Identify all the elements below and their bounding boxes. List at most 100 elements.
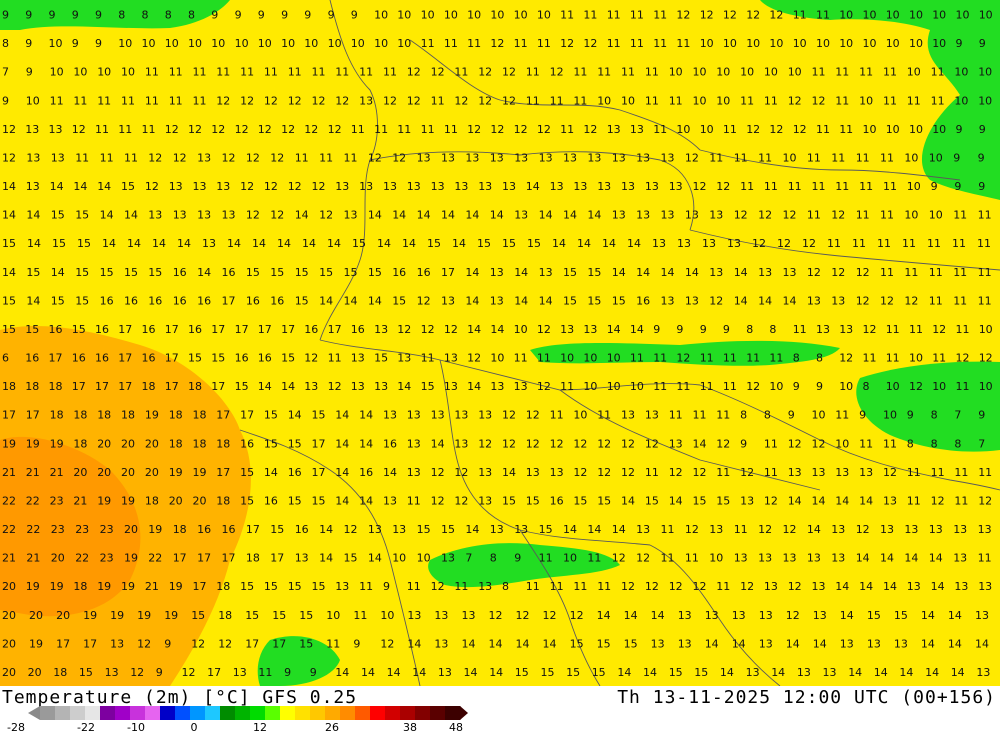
temperature-value: 14: [392, 209, 406, 222]
temperature-value: 15: [124, 266, 138, 279]
temperature-value: 12: [218, 637, 232, 650]
temperature-value: 14: [607, 323, 621, 336]
temperature-value: 11: [397, 123, 411, 136]
temperature-value: 7: [465, 552, 472, 565]
temperature-value: 11: [124, 152, 138, 165]
temperature-value: 16: [95, 352, 109, 365]
temperature-value: 14: [788, 495, 802, 508]
temperature-value: 14: [516, 637, 530, 650]
temperature-value: 12: [478, 437, 492, 450]
temperature-value: 12: [880, 294, 894, 307]
temperature-value: 10: [839, 380, 853, 393]
temperature-value: 18: [25, 380, 39, 393]
temperature-value: 8: [740, 409, 747, 422]
temperature-value: 14: [383, 466, 397, 479]
temperature-value: 11: [653, 123, 667, 136]
temperature-value: 12: [281, 123, 295, 136]
temperature-value: 12: [467, 123, 481, 136]
temperature-value: 11: [193, 66, 207, 79]
temperature-value: 20: [28, 666, 42, 679]
temperature-value: 11: [693, 409, 707, 422]
temperature-value: 19: [193, 466, 207, 479]
temperature-value: 22: [75, 552, 89, 565]
temperature-value: 10: [886, 37, 900, 50]
temperature-value: 14: [302, 237, 316, 250]
temperature-map: 9 9 9 9 9 8 8 8 8 9 9 9 9 9 9 9 10 10 10 10 10 10 10 10 11 11 11 11…: [0, 0, 1000, 686]
temperature-value: 13: [490, 294, 504, 307]
temperature-value: 13: [173, 209, 187, 222]
temperature-value: 13: [478, 180, 492, 193]
temperature-value: 14: [359, 495, 373, 508]
temperature-value: 12: [793, 123, 807, 136]
temperature-value: 11: [407, 495, 421, 508]
temperature-value: 11: [374, 123, 388, 136]
temperature-value: 13: [148, 209, 162, 222]
temperature-value: 14: [2, 209, 16, 222]
temperature-value: 11: [353, 609, 367, 622]
temperature-value: 10: [444, 9, 458, 22]
temperature-value: 9: [156, 666, 163, 679]
temperature-value: 11: [676, 37, 690, 50]
temperature-value: 16: [124, 294, 138, 307]
temperature-value: 12: [550, 66, 564, 79]
temperature-value: 13: [953, 523, 967, 536]
temperature-value: 12: [335, 94, 349, 107]
temperature-value: 11: [931, 66, 945, 79]
temperature-value: 10: [909, 9, 923, 22]
temperature-value: 11: [954, 495, 968, 508]
temperature-value: 15: [344, 552, 358, 565]
temperature-value: 13: [454, 180, 468, 193]
temperature-value: 8: [793, 352, 800, 365]
temperature-value: 14: [335, 466, 349, 479]
temperature-value: 10: [630, 380, 644, 393]
temperature-value: 12: [270, 152, 284, 165]
temperature-value: 10: [709, 552, 723, 565]
temperature-value: 13: [462, 609, 476, 622]
temperature-value: 12: [856, 266, 870, 279]
temperature-value: 15: [344, 266, 358, 279]
temperature-value: 15: [75, 209, 89, 222]
temperature-value: 14: [127, 237, 141, 250]
temperature-value: 12: [621, 466, 635, 479]
scale-swatch: [310, 706, 326, 720]
temperature-value: 22: [2, 523, 16, 536]
temperature-value: 11: [550, 580, 564, 593]
temperature-value: 14: [258, 380, 272, 393]
temperature-value: 12: [454, 495, 468, 508]
temperature-value: 14: [612, 523, 626, 536]
temperature-value: 12: [264, 180, 278, 193]
temperature-value: 18: [169, 409, 183, 422]
temperature-value: 11: [758, 152, 772, 165]
temperature-value: 10: [907, 180, 921, 193]
scale-tick-label: -28: [7, 721, 25, 734]
temperature-value: 13: [383, 180, 397, 193]
temperature-value: 13: [978, 523, 992, 536]
temperature-value: 14: [467, 323, 481, 336]
temperature-value: 11: [75, 152, 89, 165]
temperature-value: 9: [328, 9, 335, 22]
temperature-value: 19: [148, 523, 162, 536]
temperature-value: 12: [904, 294, 918, 307]
scale-swatch: [205, 706, 221, 720]
temperature-value: 12: [931, 495, 945, 508]
scale-swatch: [160, 706, 176, 720]
temperature-value: 11: [526, 66, 540, 79]
temperature-value: 15: [427, 237, 441, 250]
temperature-value: 13: [583, 323, 597, 336]
temperature-value: 14: [51, 266, 65, 279]
temperature-value: 14: [812, 495, 826, 508]
temperature-value: 15: [894, 609, 908, 622]
temperature-value: 18: [218, 609, 232, 622]
temperature-value: 13: [759, 609, 773, 622]
temperature-value: 14: [100, 209, 114, 222]
temperature-value: 13: [407, 437, 421, 450]
temperature-value: 16: [142, 323, 156, 336]
temperature-value: 13: [759, 637, 773, 650]
temperature-value: 14: [835, 580, 849, 593]
temperature-value: 10: [417, 552, 431, 565]
temperature-value: 17: [216, 409, 230, 422]
temperature-value: 14: [685, 266, 699, 279]
temperature-value: 16: [148, 294, 162, 307]
temperature-value: 12: [312, 180, 326, 193]
temperature-value: 11: [312, 66, 326, 79]
